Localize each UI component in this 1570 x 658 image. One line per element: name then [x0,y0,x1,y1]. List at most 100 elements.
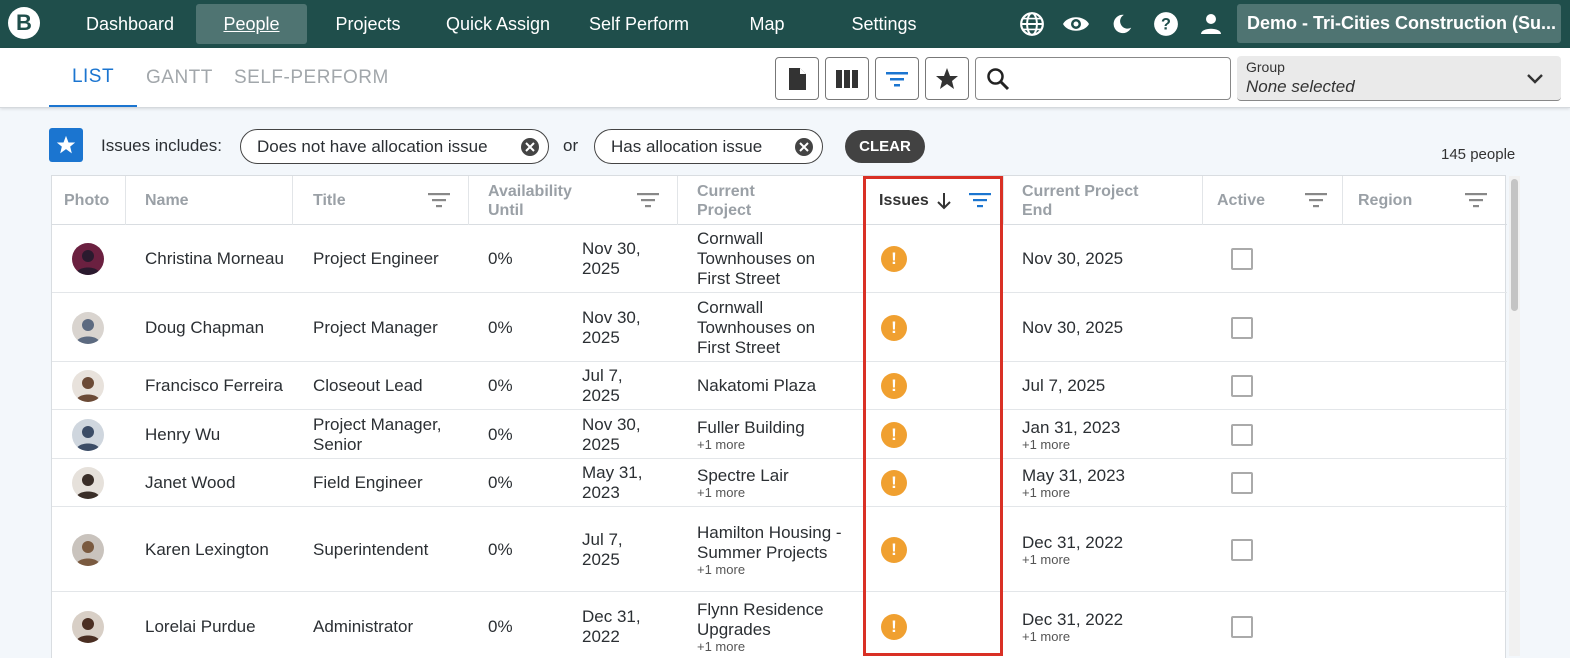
current-project-name[interactable]: Nakatomi Plaza [697,376,847,396]
current-project-name[interactable]: Flynn Residence Upgrades [697,600,847,640]
project-end-more-count[interactable]: +1 more [1022,630,1192,644]
project-more-count[interactable]: +1 more [697,640,847,654]
avatar[interactable] [72,243,104,275]
clear-filters-button[interactable]: CLEAR [845,130,925,163]
warning-icon[interactable]: ! [881,536,907,563]
avatar[interactable] [72,533,104,566]
nav-dashboard[interactable]: Dashboard [70,4,190,44]
account-icon[interactable] [1197,10,1225,38]
avatar[interactable] [72,611,104,643]
top-nav: B Dashboard People Projects Quick Assign… [0,0,1570,48]
table-row[interactable]: Karen Lexington Superintendent 0% Jul 7,… [52,507,1507,592]
project-end-more-count[interactable]: +1 more [1022,437,1192,452]
filter-icon[interactable] [637,191,659,209]
person-name[interactable]: Doug Chapman [145,293,285,362]
filter-icon[interactable] [1305,191,1327,209]
header-region[interactable]: Region [1358,176,1412,225]
project-end-date: Nov 30, 2025 [1022,249,1124,268]
avatar[interactable] [72,370,104,402]
header-name[interactable]: Name [145,176,189,225]
warning-icon[interactable]: ! [881,246,907,272]
current-project-name[interactable]: Cornwall Townhouses on First Street [697,229,847,289]
person-name[interactable]: Christina Morneau [145,225,285,293]
current-project-name[interactable]: Fuller Building [697,418,847,438]
project-more-count[interactable]: +1 more [697,562,847,577]
filter-button[interactable] [875,57,919,100]
nav-settings[interactable]: Settings [836,4,932,44]
active-checkbox[interactable] [1231,472,1253,494]
warning-icon[interactable]: ! [881,614,907,640]
nav-self-perform[interactable]: Self Perform [574,4,704,44]
nav-map[interactable]: Map [730,4,804,44]
person-name[interactable]: Francisco Ferreira [145,362,285,410]
nav-people[interactable]: People [196,4,307,44]
remove-chip-icon[interactable] [520,137,540,162]
person-name[interactable]: Karen Lexington [145,507,285,592]
table-row[interactable]: Janet Wood Field Engineer 0% May 31, 202… [52,459,1507,507]
warning-icon[interactable]: ! [881,314,907,341]
columns-button[interactable] [825,57,869,100]
table-row[interactable]: Christina Morneau Project Engineer 0% No… [52,225,1507,293]
favorites-button[interactable] [925,57,969,100]
scrollbar-thumb[interactable] [1511,179,1518,311]
warning-icon[interactable]: ! [881,373,907,399]
current-project-end: Jan 31, 2023 +1 more [1022,410,1192,459]
avatar[interactable] [72,467,104,499]
company-selector[interactable]: Demo - Tri-Cities Construction (Su... [1237,4,1561,43]
header-title[interactable]: Title [313,176,346,225]
filter-icon[interactable] [1465,191,1487,209]
table-row[interactable]: Doug Chapman Project Manager 0% Nov 30, … [52,293,1507,362]
tab-list[interactable]: LIST [49,48,137,107]
active-checkbox[interactable] [1231,316,1253,339]
eye-icon[interactable] [1062,10,1090,38]
project-more-count[interactable]: +1 more [697,486,847,500]
moon-icon[interactable] [1108,10,1136,38]
warning-icon[interactable]: ! [881,421,907,448]
nav-projects[interactable]: Projects [318,4,418,44]
header-availability[interactable]: Availability Until [488,176,588,225]
avatar[interactable] [72,311,104,344]
filter-chip-has-allocation-issue: Has allocation issue [594,129,823,164]
nav-quick-assign[interactable]: Quick Assign [432,4,564,44]
group-select[interactable]: Group None selected [1237,56,1561,101]
app-logo[interactable]: B [8,7,40,39]
header-issues[interactable]: Issues [879,176,952,225]
project-end-more-count[interactable]: +1 more [1022,552,1192,567]
tab-self-perform[interactable]: SELF-PERFORM [234,48,389,107]
project-end-more-count[interactable]: +1 more [1022,486,1192,500]
active-checkbox[interactable] [1231,375,1253,397]
search-input[interactable] [1018,64,1218,94]
current-project-name[interactable]: Spectre Lair [697,466,847,486]
star-icon [56,135,76,154]
active-checkbox[interactable] [1231,616,1253,638]
avatar[interactable] [72,418,104,451]
export-document-button[interactable] [775,57,819,100]
current-project-name[interactable]: Cornwall Townhouses on First Street [697,298,847,358]
help-icon[interactable]: ? [1152,10,1180,38]
table-row[interactable]: Lorelai Purdue Administrator 0% Dec 31, … [52,592,1507,658]
project-end-date: Dec 31, 2022 [1022,532,1124,552]
warning-icon[interactable]: ! [881,470,907,496]
person-name[interactable]: Janet Wood [145,459,285,507]
table-row[interactable]: Henry Wu Project Manager, Senior 0% Nov … [52,410,1507,459]
saved-filter-star-button[interactable] [49,128,83,162]
table-row[interactable]: Francisco Ferreira Closeout Lead 0% Jul … [52,362,1507,410]
tab-gantt[interactable]: GANTT [146,48,213,107]
people-count: 145 people [1441,146,1516,163]
globe-icon[interactable] [1018,10,1046,38]
project-more-count[interactable]: +1 more [697,437,847,452]
person-name[interactable]: Lorelai Purdue [145,592,285,658]
active-checkbox[interactable] [1231,538,1253,561]
filter-icon[interactable] [428,191,450,209]
person-name[interactable]: Henry Wu [145,410,285,459]
active-checkbox[interactable] [1231,423,1253,446]
header-active[interactable]: Active [1217,176,1265,225]
search-field[interactable] [975,57,1231,100]
active-checkbox[interactable] [1231,248,1253,270]
current-project-name[interactable]: Hamilton Housing - Summer Projects [697,523,847,563]
filter-icon[interactable] [969,191,991,209]
remove-chip-icon[interactable] [794,137,814,162]
sort-down-icon[interactable] [936,192,952,210]
header-project-end[interactable]: Current Project End [1022,176,1157,225]
header-current-project[interactable]: Current Project [697,176,787,225]
